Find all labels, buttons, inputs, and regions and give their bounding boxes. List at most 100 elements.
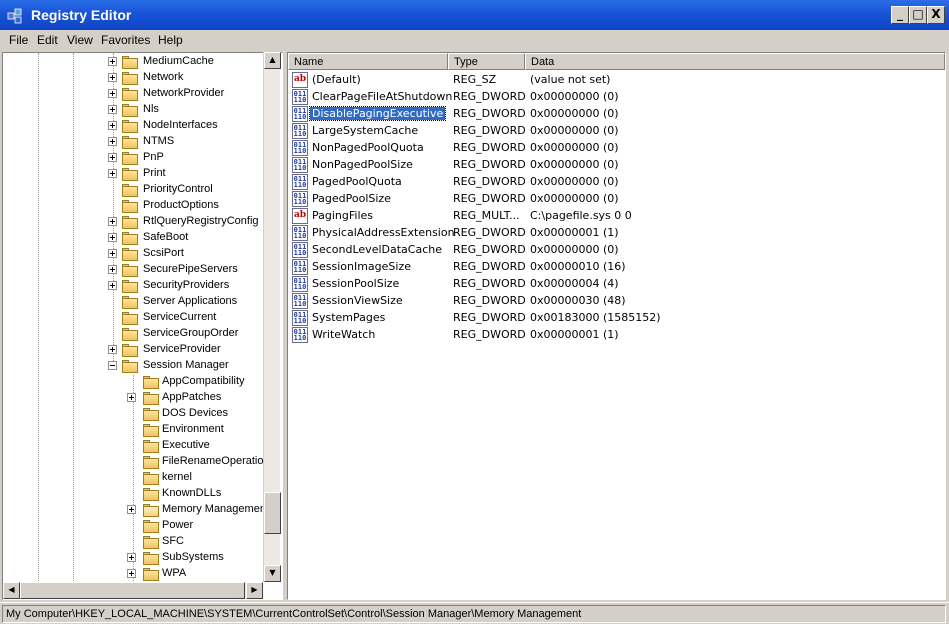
tree-node[interactable]: NodeInterfaces — [3, 118, 282, 134]
expand-icon[interactable] — [108, 169, 117, 178]
expand-icon[interactable] — [108, 281, 117, 290]
expand-icon[interactable] — [108, 105, 117, 114]
status-bar: My Computer\HKEY_LOCAL_MACHINE\SYSTEM\Cu… — [0, 602, 949, 624]
tree-node[interactable]: Nls — [3, 102, 282, 118]
value-row[interactable]: 011 110 NonPagedPoolSize REG_DWORD 0x000000… — [288, 157, 945, 174]
tree-node[interactable]: AppCompatibility — [3, 374, 282, 390]
expand-icon[interactable] — [108, 121, 117, 130]
tree-node[interactable]: Print — [3, 166, 282, 182]
expand-icon[interactable] — [108, 57, 117, 66]
value-row[interactable]: 011 110 PagedPoolSize REG_DWORD 0x00000000 … — [288, 191, 945, 208]
expand-icon[interactable] — [108, 137, 117, 146]
tree-node[interactable]: AppPatches — [3, 390, 282, 406]
tree-node[interactable]: KnownDLLs — [3, 486, 282, 502]
key-tree-pane[interactable]: MediumCache Network NetworkProvider Nls Node… — [2, 52, 283, 600]
tree-node[interactable]: SecurityProviders — [3, 278, 282, 294]
scroll-up-button[interactable]: ▲ — [264, 52, 281, 69]
expand-icon[interactable] — [127, 553, 136, 562]
tree-node-label: SubSystems — [162, 551, 224, 563]
tree-node[interactable]: PnP — [3, 150, 282, 166]
menu-view[interactable]: View — [67, 33, 93, 47]
tree-node[interactable]: WPA — [3, 566, 282, 582]
value-data: 0x00000000 (0) — [530, 192, 619, 205]
value-row[interactable]: 011 110 SessionPoolSize REG_DWORD 0x0000000… — [288, 276, 945, 293]
title-bar[interactable]: Registry Editor _ □ X — [0, 0, 949, 30]
tree-node[interactable]: kernel — [3, 470, 282, 486]
tree-node-label: AppCompatibility — [162, 375, 245, 387]
scroll-right-button[interactable]: ▶ — [246, 582, 263, 599]
binary-value-icon: 011 110 — [292, 293, 308, 309]
scroll-down-button[interactable]: ▼ — [264, 565, 281, 582]
expand-icon[interactable] — [108, 345, 117, 354]
tree-node[interactable]: ServiceCurrent — [3, 310, 282, 326]
tree-node[interactable]: RtlQueryRegistryConfig — [3, 214, 282, 230]
value-row[interactable]: 011 110 PagedPoolQuota REG_DWORD 0x00000000… — [288, 174, 945, 191]
value-type: REG_DWORD — [453, 175, 526, 188]
expand-icon[interactable] — [108, 233, 117, 242]
menu-edit[interactable]: Edit — [37, 33, 58, 47]
menu-file[interactable]: File — [9, 33, 28, 47]
value-row[interactable]: 011 110 WriteWatch REG_DWORD 0x00000001 (1) — [288, 327, 945, 344]
collapse-icon[interactable] — [108, 361, 117, 370]
value-row[interactable]: 011 110 SessionImageSize REG_DWORD 0x000000… — [288, 259, 945, 276]
tree-node[interactable]: SFC — [3, 534, 282, 550]
tree-node[interactable]: ProductOptions — [3, 198, 282, 214]
tree-node[interactable]: Server Applications — [3, 294, 282, 310]
folder-icon — [143, 376, 159, 389]
tree-vertical-scrollbar[interactable]: ▲ ▼ — [263, 52, 281, 582]
value-row[interactable]: 011 110 ClearPageFileAtShutdown REG_DWORD 0… — [288, 89, 945, 106]
value-data: 0x00000000 (0) — [530, 243, 619, 256]
value-row[interactable]: ab PagingFiles REG_MULT... C:\pagefile.sys … — [288, 208, 945, 225]
tree-node[interactable]: Network — [3, 70, 282, 86]
tree-horizontal-scrollbar[interactable]: ◀ ▶ — [3, 582, 263, 599]
value-row[interactable]: 011 110 DisablePagingExecutive REG_DWORD 0x… — [288, 106, 945, 123]
tree-node[interactable]: ScsiPort — [3, 246, 282, 262]
value-row[interactable]: 011 110 PhysicalAddressExtension REG_DWORD… — [288, 225, 945, 242]
value-row[interactable]: 011 110 NonPagedPoolQuota REG_DWORD 0x00000… — [288, 140, 945, 157]
tree-node[interactable]: ServiceGroupOrder — [3, 326, 282, 342]
menu-help[interactable]: Help — [158, 33, 183, 47]
tree-node[interactable]: FileRenameOperations — [3, 454, 282, 470]
tree-node[interactable]: Session Manager — [3, 358, 282, 374]
expand-icon[interactable] — [108, 89, 117, 98]
values-list-pane[interactable]: Name Type Data ab (Default) REG_SZ (value n… — [287, 52, 946, 600]
expand-icon[interactable] — [108, 153, 117, 162]
minimize-button[interactable]: _ — [891, 6, 909, 24]
tree-node[interactable]: SafeBoot — [3, 230, 282, 246]
expand-icon[interactable] — [127, 393, 136, 402]
tree-node[interactable]: NetworkProvider — [3, 86, 282, 102]
expand-icon[interactable] — [108, 217, 117, 226]
tree-node[interactable]: Executive — [3, 438, 282, 454]
scroll-left-button[interactable]: ◀ — [3, 582, 20, 599]
tree-node[interactable]: DOS Devices — [3, 406, 282, 422]
tree-node[interactable]: MediumCache — [3, 54, 282, 70]
value-row[interactable]: 011 110 SecondLevelDataCache REG_DWORD 0x00… — [288, 242, 945, 259]
scroll-thumb[interactable] — [264, 492, 281, 534]
tree-node[interactable]: Environment — [3, 422, 282, 438]
tree-node[interactable]: Power — [3, 518, 282, 534]
tree-node[interactable]: NTMS — [3, 134, 282, 150]
column-header-type[interactable]: Type — [448, 53, 525, 70]
folder-icon — [143, 568, 159, 581]
tree-node-label: NetworkProvider — [143, 87, 225, 99]
horizontal-scroll-thumb[interactable] — [20, 582, 245, 599]
value-row[interactable]: 011 110 SessionViewSize REG_DWORD 0x0000003… — [288, 293, 945, 310]
expand-icon[interactable] — [127, 569, 136, 578]
expand-icon[interactable] — [108, 249, 117, 258]
value-row[interactable]: ab (Default) REG_SZ (value not set) — [288, 72, 945, 89]
tree-node[interactable]: SecurePipeServers — [3, 262, 282, 278]
tree-node[interactable]: PriorityControl — [3, 182, 282, 198]
expand-icon[interactable] — [108, 265, 117, 274]
column-header-data[interactable]: Data — [525, 53, 945, 70]
value-row[interactable]: 011 110 SystemPages REG_DWORD 0x00183000 (1… — [288, 310, 945, 327]
tree-node[interactable]: ServiceProvider — [3, 342, 282, 358]
tree-node[interactable]: SubSystems — [3, 550, 282, 566]
close-button[interactable]: X — [927, 6, 945, 24]
expand-icon[interactable] — [127, 505, 136, 514]
value-row[interactable]: 011 110 LargeSystemCache REG_DWORD 0x000000… — [288, 123, 945, 140]
maximize-button[interactable]: □ — [909, 6, 927, 24]
expand-icon[interactable] — [108, 73, 117, 82]
column-header-name[interactable]: Name — [288, 53, 448, 70]
tree-node[interactable]: Memory Management — [3, 502, 282, 518]
menu-favorites[interactable]: Favorites — [101, 33, 150, 47]
